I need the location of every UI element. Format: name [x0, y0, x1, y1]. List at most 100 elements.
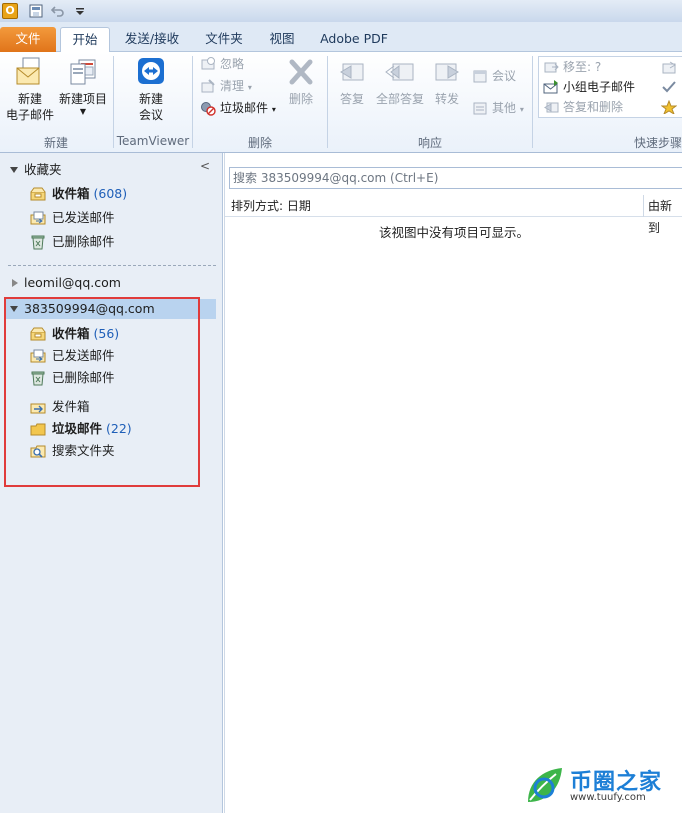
new-email-label: 新建 电子邮件: [5, 92, 54, 122]
watermark-leaf-logo: [528, 768, 562, 802]
nav-divider: [8, 265, 216, 266]
junk-mail-icon: [201, 102, 216, 116]
unread-count: (608): [93, 186, 128, 201]
create-new-quick-step-icon: [661, 100, 677, 114]
sent-items-icon: [30, 211, 46, 225]
new-item-button[interactable]: 新建项目 ▼: [58, 56, 108, 117]
quick-step-reply-delete[interactable]: 答复和删除: [543, 97, 623, 117]
folder-name: 已删除邮件: [52, 234, 115, 249]
junk-button[interactable]: 垃圾邮件 ▾: [200, 98, 276, 118]
new-items-icon: [70, 59, 96, 85]
group-label-delete: 删除: [247, 136, 272, 150]
team-email-icon: [543, 80, 558, 94]
favorites-inbox[interactable]: 收件箱 (608): [30, 184, 127, 204]
reply-all-label: 全部答复: [375, 92, 424, 106]
team-email-label: 小组电子邮件: [563, 80, 636, 94]
tab-home[interactable]: 开始: [60, 27, 110, 53]
move-to-icon: [544, 62, 559, 73]
watermark-url: www.tuufy.com: [570, 792, 646, 803]
highlight-annotation-box: [4, 297, 200, 487]
new-item-dropdown-icon: ▼: [79, 107, 87, 116]
arrange-by-label[interactable]: 排列方式: 日期: [231, 199, 311, 213]
arrange-by-bar: 排列方式: 日期 由新到: [225, 195, 682, 235]
move-to-label: 移至: ?: [563, 60, 602, 74]
tab-send-receive[interactable]: 发送/接收: [118, 27, 186, 52]
teamviewer-icon: [138, 58, 164, 84]
ignore-label: 忽略: [220, 57, 245, 71]
collapse-pane-icon[interactable]: <: [200, 159, 210, 173]
favorites-sent-items[interactable]: 已发送邮件: [30, 208, 115, 228]
site-watermark: 币圈之家 www.tuufy.com: [522, 762, 682, 810]
group-label-quick-steps: 快速步骤: [634, 136, 682, 150]
more-respond-icon: [473, 102, 487, 115]
tab-folder[interactable]: 文件夹: [198, 27, 250, 52]
quick-steps-gallery: 移至: ? 小组电子邮件 答复和删除: [538, 56, 682, 118]
manager-icon: [662, 61, 676, 74]
quick-step-team-email[interactable]: 小组电子邮件: [543, 77, 635, 97]
undo-icon[interactable]: [50, 3, 66, 19]
meeting-button[interactable]: 会议: [472, 66, 516, 86]
message-list-pane: 搜索 383509994@qq.com (Ctrl+E) 排列方式: 日期 由新…: [224, 153, 682, 813]
tab-view[interactable]: 视图: [262, 27, 302, 52]
ignore-button[interactable]: 忽略: [200, 54, 244, 74]
account-leomil[interactable]: leomil@qq.com: [10, 273, 121, 293]
quick-step-move-to[interactable]: 移至: ?: [543, 57, 601, 77]
new-meeting-label: 新建 会议: [138, 92, 163, 122]
clean-up-button[interactable]: 清理 ▾: [200, 76, 252, 96]
new-email-button[interactable]: 新建 电子邮件: [4, 56, 56, 123]
new-email-icon: [16, 57, 40, 85]
junk-label: 垃圾邮件: [220, 101, 269, 115]
folder-name: 已发送邮件: [52, 210, 115, 225]
meeting-label: 会议: [492, 69, 517, 83]
delete-x-icon: [289, 59, 313, 85]
empty-view-message: 该视图中没有项目可显示。: [378, 225, 529, 240]
navigation-pane: 收藏夹 < 收件箱 (608) 已发送邮件 已删除邮件 leomil@qq.co…: [0, 153, 223, 813]
group-label-teamviewer: TeamViewer: [116, 134, 190, 148]
tab-adobe-pdf[interactable]: Adobe PDF: [314, 27, 394, 52]
ignore-icon: [201, 57, 215, 70]
forward-button[interactable]: 转发: [430, 56, 464, 107]
delete-label: 删除: [288, 92, 313, 106]
ribbon: 新建 电子邮件 新建项目 ▼ 新建 新建 会议 TeamViewer 忽略 清理…: [0, 52, 682, 153]
favorites-header[interactable]: 收藏夹: [10, 160, 62, 180]
more-respond-label: 其他: [492, 101, 517, 115]
sort-order-toggle[interactable]: 由新到: [643, 195, 682, 235]
account-label: leomil@qq.com: [24, 275, 121, 290]
reply-all-button[interactable]: 全部答复: [374, 56, 426, 107]
group-label-respond: 响应: [417, 136, 442, 150]
reply-delete-label: 答复和删除: [563, 100, 624, 114]
customize-quick-access-icon[interactable]: [72, 3, 88, 19]
new-item-label: 新建项目: [58, 92, 107, 106]
reply-icon: [340, 63, 364, 81]
expand-triangle-icon: [10, 167, 18, 173]
group-label-new: 新建: [43, 136, 68, 150]
reply-label: 答复: [339, 92, 364, 106]
new-meeting-button[interactable]: 新建 会议: [124, 56, 178, 123]
ribbon-tabs: 文件 开始 发送/接收 文件夹 视图 Adobe PDF: [0, 22, 682, 53]
meeting-icon: [473, 70, 487, 83]
collapsed-triangle-icon: [12, 279, 18, 287]
more-respond-dropdown-icon: ▾: [519, 105, 524, 114]
send-receive-icon[interactable]: [28, 3, 44, 19]
favorites-label: 收藏夹: [24, 162, 62, 177]
reply-button[interactable]: 答复: [334, 56, 370, 107]
reply-delete-icon: [544, 102, 559, 113]
title-bar: O: [0, 0, 682, 22]
reply-all-icon: [385, 63, 414, 81]
deleted-items-icon: [31, 235, 45, 250]
delete-button[interactable]: 删除: [284, 56, 318, 107]
favorites-deleted-items[interactable]: 已删除邮件: [30, 232, 115, 252]
clean-up-icon: [201, 79, 215, 93]
forward-icon: [435, 63, 459, 81]
forward-label: 转发: [434, 92, 459, 106]
clean-up-label: 清理: [220, 79, 245, 93]
clean-up-dropdown-icon: ▾: [247, 83, 252, 92]
outlook-app-icon[interactable]: O: [2, 3, 18, 19]
search-input[interactable]: 搜索 383509994@qq.com (Ctrl+E): [229, 167, 682, 189]
more-respond-button[interactable]: 其他 ▾: [472, 98, 524, 118]
inbox-icon: [30, 187, 46, 201]
done-check-icon: [662, 81, 676, 93]
group-separator: [532, 56, 533, 148]
tab-file[interactable]: 文件: [0, 27, 56, 52]
folder-name: 收件箱: [52, 186, 90, 201]
